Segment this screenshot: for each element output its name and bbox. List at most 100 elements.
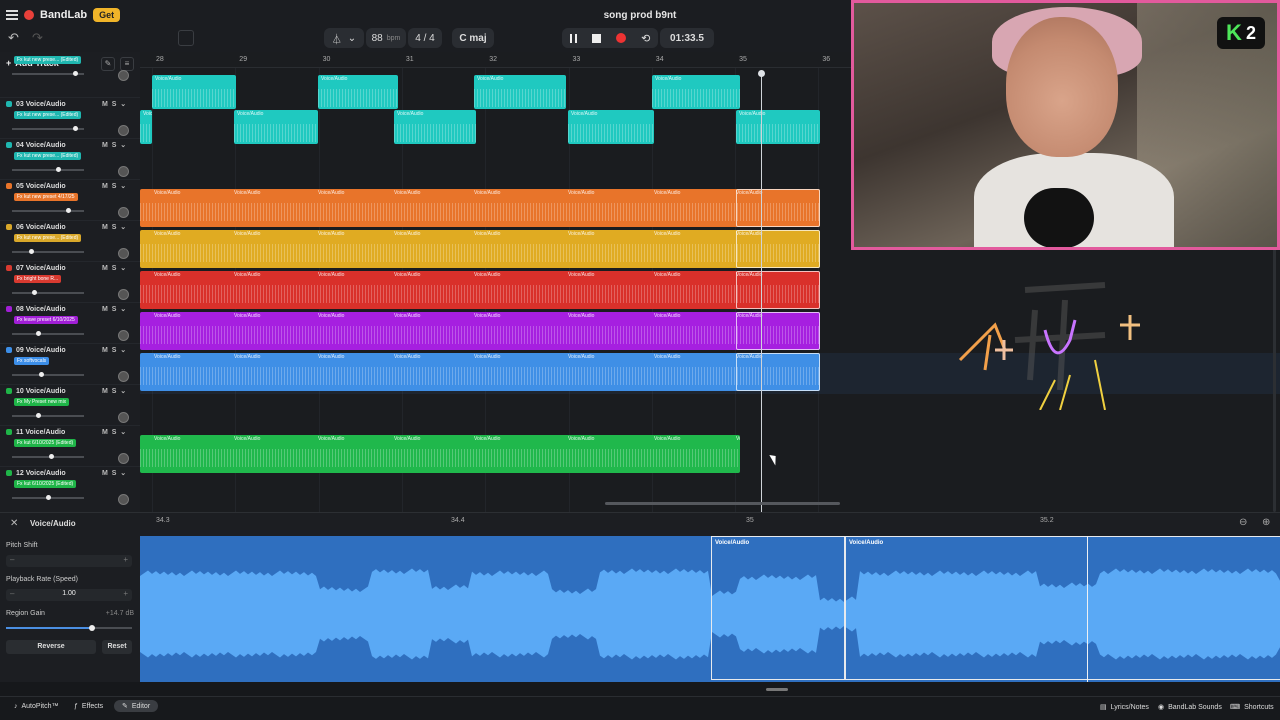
pitch-shift-stepper[interactable]: – + (6, 555, 132, 567)
menu-icon[interactable] (6, 10, 18, 20)
volume-handle[interactable] (35, 331, 41, 336)
region-gain-slider[interactable] (6, 627, 132, 629)
fx-preset-badge[interactable]: Fx kut new prese... (Edited) (14, 152, 82, 160)
volume-fader[interactable] (12, 456, 84, 458)
tempo-field[interactable]: 88 bpm (366, 28, 406, 48)
panel-resize-handle[interactable] (766, 688, 788, 691)
track-name[interactable]: 04 Voice/Audio (16, 142, 66, 149)
plus-icon[interactable]: + (123, 589, 128, 598)
plus-icon[interactable]: + (123, 555, 128, 564)
region[interactable]: Voice/Audio (845, 536, 1280, 680)
pan-knob[interactable] (118, 371, 129, 382)
mute-button[interactable]: M (102, 265, 108, 272)
track-name[interactable]: 11 Voice/Audio (16, 429, 65, 436)
solo-button[interactable]: S (112, 429, 117, 436)
pan-knob[interactable] (118, 125, 129, 136)
track-arm-icon[interactable] (6, 388, 12, 394)
volume-handle[interactable] (66, 208, 72, 213)
fx-preset-badge[interactable]: Fx My Preset new mix (14, 398, 70, 406)
mute-button[interactable]: M (102, 142, 108, 149)
solo-button[interactable]: S (112, 142, 117, 149)
track-arm-icon[interactable] (6, 142, 12, 148)
track-name[interactable]: 06 Voice/Audio (16, 224, 66, 231)
record-icon[interactable] (615, 33, 626, 43)
volume-fader[interactable] (12, 333, 84, 335)
audio-clip[interactable]: Voice/Audio Voice/Audio Voice/Audio Voice/A… (140, 271, 820, 309)
solo-button[interactable]: S (112, 388, 117, 395)
track-row[interactable]: 11 Voice/Audio M S ⌄ Fx kut 6/10/2025 (Edi… (0, 425, 140, 466)
track-name[interactable]: 08 Voice/Audio (16, 306, 66, 313)
bandlab-sounds-button[interactable]: ◉ BandLab Sounds (1158, 703, 1222, 712)
solo-button[interactable]: S (112, 183, 117, 190)
chevron-down-icon[interactable]: ⌄ (120, 347, 126, 354)
editor-playhead[interactable] (1087, 536, 1088, 682)
pan-knob[interactable] (118, 207, 129, 218)
track-row[interactable]: 04 Voice/Audio M S ⌄ Fx kut new prese... (… (0, 138, 140, 179)
audio-clip[interactable]: Voice/Audio (736, 110, 820, 144)
track-name[interactable]: 09 Voice/Audio (16, 347, 66, 354)
undo-icon[interactable]: ↶ (8, 30, 28, 46)
chevron-down-icon[interactable]: ⌄ (120, 142, 126, 149)
selected-clip-outline[interactable] (736, 230, 820, 268)
redo-icon[interactable]: ↷ (32, 30, 52, 46)
volume-handle[interactable] (73, 126, 79, 131)
fx-preset-badge[interactable]: Fx kut new prese... (Edited) (14, 111, 82, 119)
song-title[interactable]: song prod b9nt (540, 10, 740, 21)
reset-button[interactable]: Reset (102, 640, 132, 654)
fx-preset-badge[interactable]: Fx kut 6/10/2025 (Edited) (14, 439, 77, 447)
pan-knob[interactable] (118, 494, 129, 505)
audio-clip[interactable]: Voice/Audio (140, 110, 152, 144)
chevron-down-icon[interactable]: ⌄ (120, 470, 126, 477)
fx-preset-badge[interactable]: Fx kut 6/10/2025 (Edited) (14, 480, 77, 488)
selected-clip-outline[interactable] (736, 312, 820, 350)
pan-knob[interactable] (118, 289, 129, 300)
track-row[interactable]: 07 Voice/Audio M S ⌄ Fx bright bone R... (0, 261, 140, 302)
track-arm-icon[interactable] (6, 224, 12, 230)
pan-knob[interactable] (118, 453, 129, 464)
audio-clip[interactable]: Voice/Audio (474, 75, 566, 109)
audio-clip[interactable]: Voice/Audio (568, 110, 654, 144)
mute-button[interactable]: M (102, 388, 108, 395)
minus-icon[interactable]: – (10, 555, 14, 564)
selected-region[interactable]: Voice/Audio (711, 536, 845, 680)
pause-icon[interactable] (569, 33, 577, 43)
track-name[interactable]: 12 Voice/Audio (16, 470, 66, 477)
fx-preset-badge[interactable]: Fx kut new preset 4/17/25 (14, 193, 78, 201)
audio-clip[interactable]: Voice/Audio Voice/Audio Voice/Audio Voice/A… (140, 230, 820, 268)
track-arm-icon[interactable] (6, 265, 12, 271)
solo-button[interactable]: S (112, 347, 117, 354)
key-field[interactable]: C maj (452, 28, 494, 48)
volume-handle[interactable] (73, 71, 79, 76)
audio-clip[interactable]: Voice/Audio Voice/Audio Voice/Audio Voice/A… (140, 189, 820, 227)
volume-handle[interactable] (29, 249, 34, 254)
region-gain-handle[interactable] (88, 625, 95, 631)
shortcuts-button[interactable]: ⌨ Shortcuts (1230, 703, 1274, 712)
selected-clip-outline[interactable] (736, 189, 820, 227)
track-name[interactable]: 07 Voice/Audio (16, 265, 66, 272)
volume-fader[interactable] (12, 169, 84, 171)
zoom-out-icon[interactable]: ⊖ (1239, 517, 1251, 529)
mute-button[interactable]: M (102, 347, 108, 354)
track-name[interactable]: 10 Voice/Audio (16, 388, 66, 395)
volume-handle[interactable] (35, 413, 41, 418)
audio-clip[interactable]: Voice/Audio (234, 110, 318, 144)
mute-button[interactable]: M (102, 306, 108, 313)
playhead[interactable] (761, 72, 762, 512)
mute-button[interactable]: M (102, 183, 108, 190)
track-row[interactable]: 03 Voice/Audio M S ⌄ Fx kut new prese... (… (0, 97, 140, 138)
pan-knob[interactable] (118, 330, 129, 341)
audio-clip[interactable]: Voice/Audio (394, 110, 476, 144)
selected-clip-outline[interactable] (736, 271, 820, 309)
mute-button[interactable]: M (102, 429, 108, 436)
track-arm-icon[interactable] (6, 470, 12, 476)
track-row[interactable]: 10 Voice/Audio M S ⌄ Fx My Preset new mix (0, 384, 140, 425)
mute-button[interactable]: M (102, 101, 108, 108)
audio-clip[interactable]: Voice/Audio (152, 75, 236, 109)
audio-clip[interactable]: Voice/Audio Voice/Audio Voice/Audio Voice/A… (140, 312, 820, 350)
track-arm-icon[interactable] (6, 306, 12, 312)
loop-icon[interactable]: ⟲ (641, 32, 650, 45)
get-button[interactable]: Get (93, 8, 121, 22)
lyrics-notes-button[interactable]: ▤ Lyrics/Notes (1100, 703, 1149, 712)
mute-button[interactable]: M (102, 52, 108, 53)
chevron-down-icon[interactable]: ⌄ (120, 101, 126, 108)
